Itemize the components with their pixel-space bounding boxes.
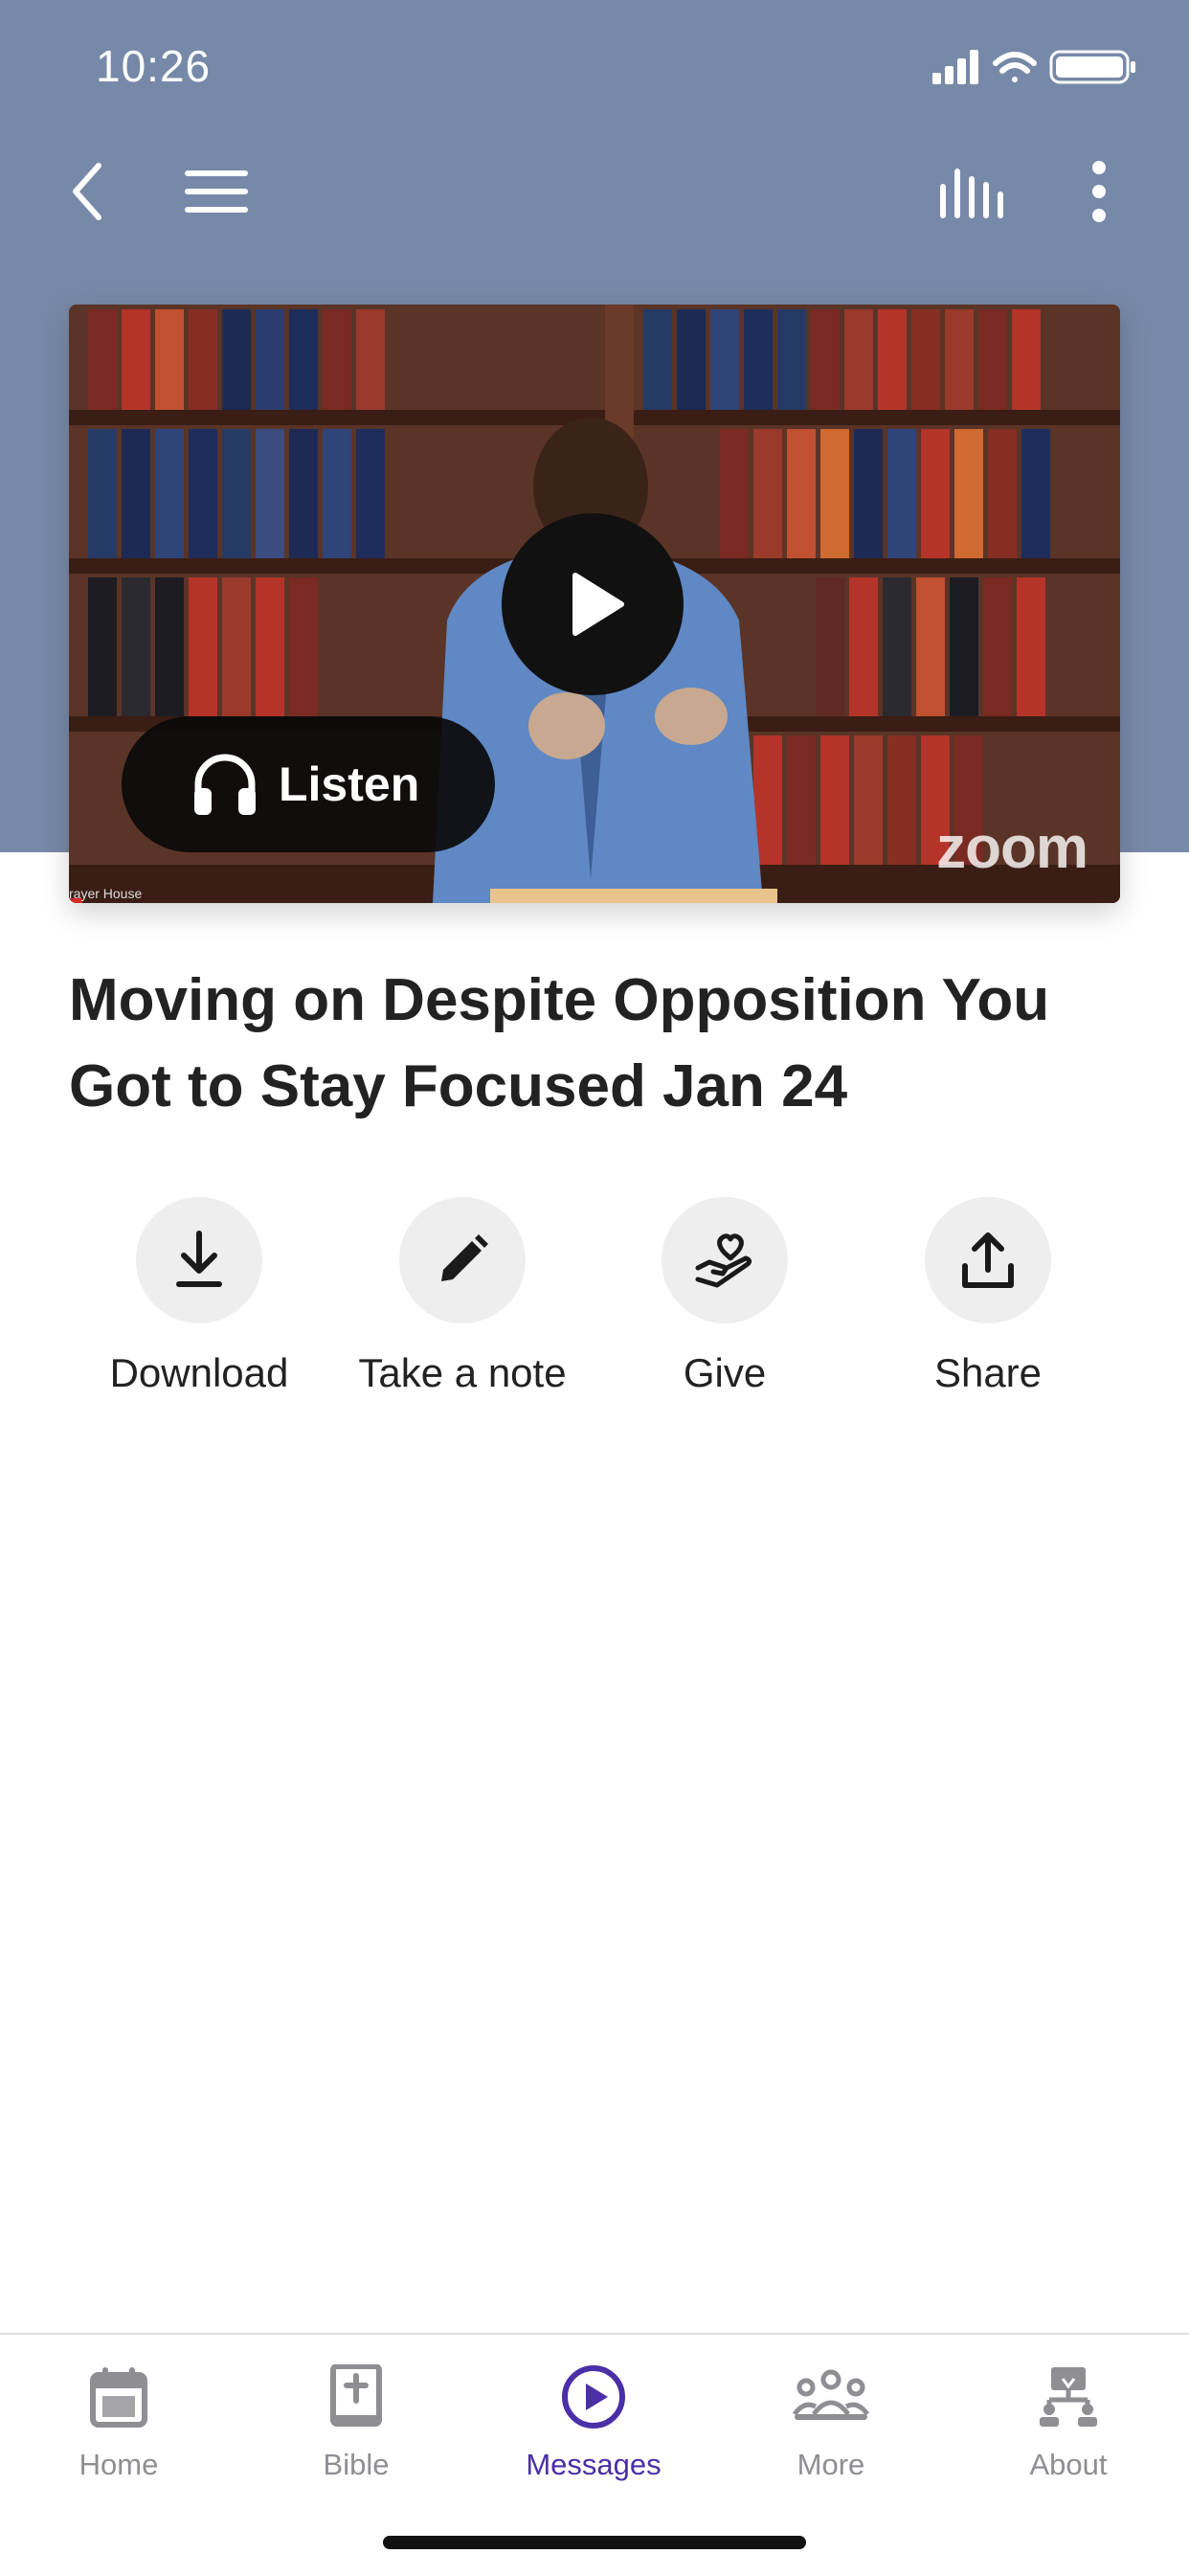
nav-bar: [0, 144, 1189, 239]
take-note-circle: [399, 1197, 526, 1323]
message-title: Moving on Despite Opposition You Got to …: [69, 967, 1050, 1119]
status-bar: 10:26: [0, 0, 1189, 134]
listen-label: Listen: [279, 757, 420, 811]
listen-button[interactable]: Listen: [122, 716, 495, 852]
download-circle: [136, 1197, 262, 1323]
home-indicator: [383, 2536, 806, 2549]
headphones-icon: [194, 754, 256, 815]
give-button[interactable]: Give: [591, 1197, 859, 1396]
calendar-icon: [90, 2367, 147, 2428]
status-icons: [932, 50, 1135, 84]
pencil-icon: [441, 1234, 488, 1281]
tab-about[interactable]: About: [950, 2354, 1187, 2482]
give-label: Give: [683, 1350, 767, 1395]
tab-messages-label: Messages: [526, 2448, 662, 2481]
status-time: 10:26: [96, 41, 212, 91]
tab-about-label: About: [1029, 2448, 1108, 2481]
play-circle-icon: [562, 2365, 625, 2429]
share-icon: [962, 1232, 1014, 1288]
tab-more-label: More: [796, 2448, 865, 2481]
audio-levels-button[interactable]: [925, 144, 1021, 239]
tab-more[interactable]: More: [712, 2354, 950, 2482]
take-note-label: Take a note: [358, 1350, 567, 1395]
menu-button[interactable]: [168, 144, 264, 239]
give-heart-hand-icon: [695, 1233, 752, 1288]
download-label: Download: [109, 1350, 289, 1395]
people-icon: [793, 2369, 869, 2420]
share-button[interactable]: Share: [854, 1197, 1122, 1396]
share-circle: [925, 1197, 1051, 1323]
source-label: rayer House: [69, 886, 143, 901]
give-circle: [662, 1197, 788, 1323]
tab-home-label: Home: [79, 2448, 159, 2481]
take-note-button[interactable]: Take a note: [328, 1197, 596, 1396]
bible-icon: [330, 2364, 382, 2427]
chevron-left-icon: [73, 163, 101, 220]
more-vertical-icon: [1092, 161, 1106, 222]
battery-icon: [1049, 50, 1135, 84]
org-chart-icon: [1040, 2367, 1097, 2427]
play-button[interactable]: [502, 513, 684, 695]
signal-icon: [932, 50, 978, 84]
play-icon: [572, 573, 624, 636]
tab-bible[interactable]: Bible: [237, 2354, 475, 2482]
action-row: Download Take a note Give Share: [0, 1197, 1189, 1427]
wifi-icon: [993, 52, 1037, 82]
hamburger-icon: [185, 170, 248, 213]
download-button[interactable]: Download: [65, 1197, 333, 1396]
tab-home[interactable]: Home: [0, 2354, 237, 2482]
video-player[interactable]: rayer House zoom Listen: [69, 305, 1120, 903]
tab-messages[interactable]: Messages: [475, 2354, 712, 2482]
share-label: Share: [933, 1350, 1043, 1395]
zoom-watermark: zoom: [936, 815, 1088, 881]
back-button[interactable]: [40, 144, 136, 239]
more-options-button[interactable]: [1051, 144, 1147, 239]
tab-bible-label: Bible: [323, 2448, 390, 2481]
download-icon: [176, 1231, 222, 1287]
equalizer-icon: [940, 169, 1003, 218]
